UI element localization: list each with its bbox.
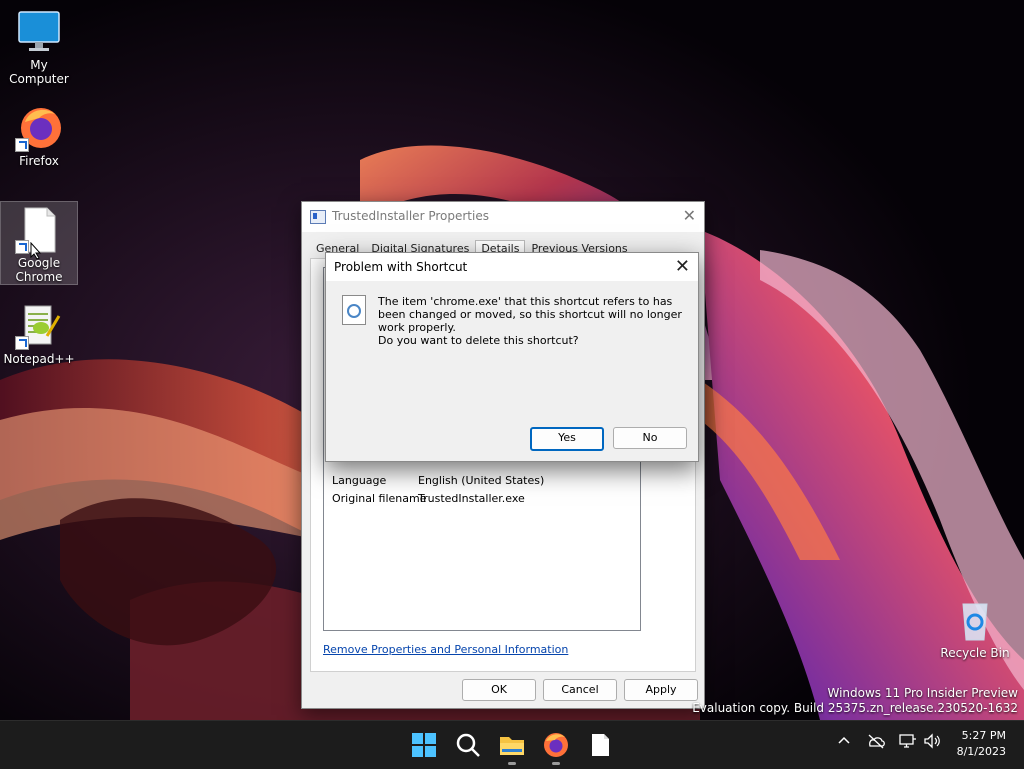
search-button[interactable] bbox=[454, 731, 482, 759]
clock-date: 8/1/2023 bbox=[956, 745, 1006, 758]
close-icon[interactable]: ✕ bbox=[683, 206, 696, 225]
notepad-plus-plus-icon bbox=[15, 302, 63, 350]
yes-button[interactable]: Yes bbox=[530, 427, 604, 451]
dialog-message: The item 'chrome.exe' that this shortcut… bbox=[378, 295, 682, 334]
file-search-icon bbox=[342, 295, 366, 325]
desktop-icon-label: Notepad++ bbox=[3, 352, 75, 366]
mouse-cursor-icon bbox=[30, 242, 42, 260]
blank-app-taskbar-button[interactable] bbox=[586, 731, 614, 759]
onedrive-offline-icon[interactable] bbox=[866, 733, 886, 753]
ok-button[interactable]: OK bbox=[462, 679, 536, 701]
desktop-icon-label: Google Chrome bbox=[15, 256, 63, 284]
start-button[interactable] bbox=[410, 731, 438, 759]
firefox-icon bbox=[544, 733, 568, 757]
no-button[interactable]: No bbox=[613, 427, 687, 449]
dialog-question: Do you want to delete this shortcut? bbox=[378, 334, 579, 347]
desktop-icon-label: Firefox bbox=[19, 154, 59, 168]
windows-logo-icon bbox=[412, 733, 436, 757]
desktop-icon-firefox[interactable]: Firefox bbox=[1, 104, 77, 168]
dialog-body: The item 'chrome.exe' that this shortcut… bbox=[326, 281, 698, 461]
folder-icon bbox=[500, 737, 524, 755]
taskbar: 5:27 PM 8/1/2023 bbox=[0, 720, 1024, 769]
search-icon bbox=[456, 733, 480, 757]
dialog-title: Problem with Shortcut bbox=[334, 260, 468, 274]
cancel-button[interactable]: Cancel bbox=[543, 679, 617, 701]
detail-row-language[interactable]: Language English (United States) bbox=[332, 474, 544, 487]
desktop-icon-label: My Computer bbox=[9, 58, 69, 86]
shortcut-arrow-icon bbox=[15, 138, 29, 152]
blank-file-icon bbox=[592, 734, 609, 756]
watermark-edition: Windows 11 Pro Insider Preview bbox=[827, 686, 1018, 700]
desktop-icon-notepad-plus-plus[interactable]: Notepad++ bbox=[1, 302, 77, 366]
remove-properties-link[interactable]: Remove Properties and Personal Informati… bbox=[323, 643, 568, 656]
shortcut-arrow-icon bbox=[15, 336, 29, 350]
properties-window-title: TrustedInstaller Properties bbox=[332, 209, 489, 223]
network-icon[interactable] bbox=[899, 733, 917, 753]
clock-time: 5:27 PM bbox=[961, 729, 1006, 742]
firefox-taskbar-button[interactable] bbox=[542, 731, 570, 765]
monitor-icon bbox=[15, 8, 63, 56]
shortcut-arrow-icon bbox=[15, 240, 29, 254]
properties-window-icon bbox=[310, 210, 326, 224]
problem-with-shortcut-dialog: Problem with Shortcut ✕ The item 'chrome… bbox=[325, 252, 699, 462]
desktop-icon-label: Recycle Bin bbox=[940, 646, 1010, 660]
desktop-icon-my-computer[interactable]: My Computer bbox=[1, 8, 77, 86]
watermark-build: Evaluation copy. Build 25375.zn_release.… bbox=[692, 701, 1018, 715]
recycle-bin-icon bbox=[951, 596, 999, 644]
detail-value: TrustedInstaller.exe bbox=[418, 492, 525, 505]
apply-button[interactable]: Apply bbox=[624, 679, 698, 701]
detail-name: Language bbox=[332, 474, 387, 487]
volume-icon[interactable] bbox=[923, 733, 941, 753]
running-indicator bbox=[508, 762, 516, 765]
file-explorer-button[interactable] bbox=[498, 731, 526, 765]
properties-titlebar[interactable]: TrustedInstaller Properties ✕ bbox=[302, 202, 704, 232]
detail-row-original-filename[interactable]: Original filename TrustedInstaller.exe bbox=[332, 492, 525, 505]
firefox-icon bbox=[15, 104, 63, 152]
running-indicator bbox=[552, 762, 560, 765]
system-clock[interactable]: 5:27 PM 8/1/2023 bbox=[957, 728, 1006, 760]
desktop-icon-recycle-bin[interactable]: Recycle Bin bbox=[937, 596, 1013, 660]
show-hidden-icons-chevron-icon[interactable] bbox=[837, 733, 851, 751]
detail-value: English (United States) bbox=[418, 474, 545, 487]
close-icon[interactable]: ✕ bbox=[675, 256, 690, 277]
detail-name: Original filename bbox=[332, 492, 427, 505]
dialog-titlebar[interactable]: Problem with Shortcut ✕ bbox=[326, 253, 698, 281]
